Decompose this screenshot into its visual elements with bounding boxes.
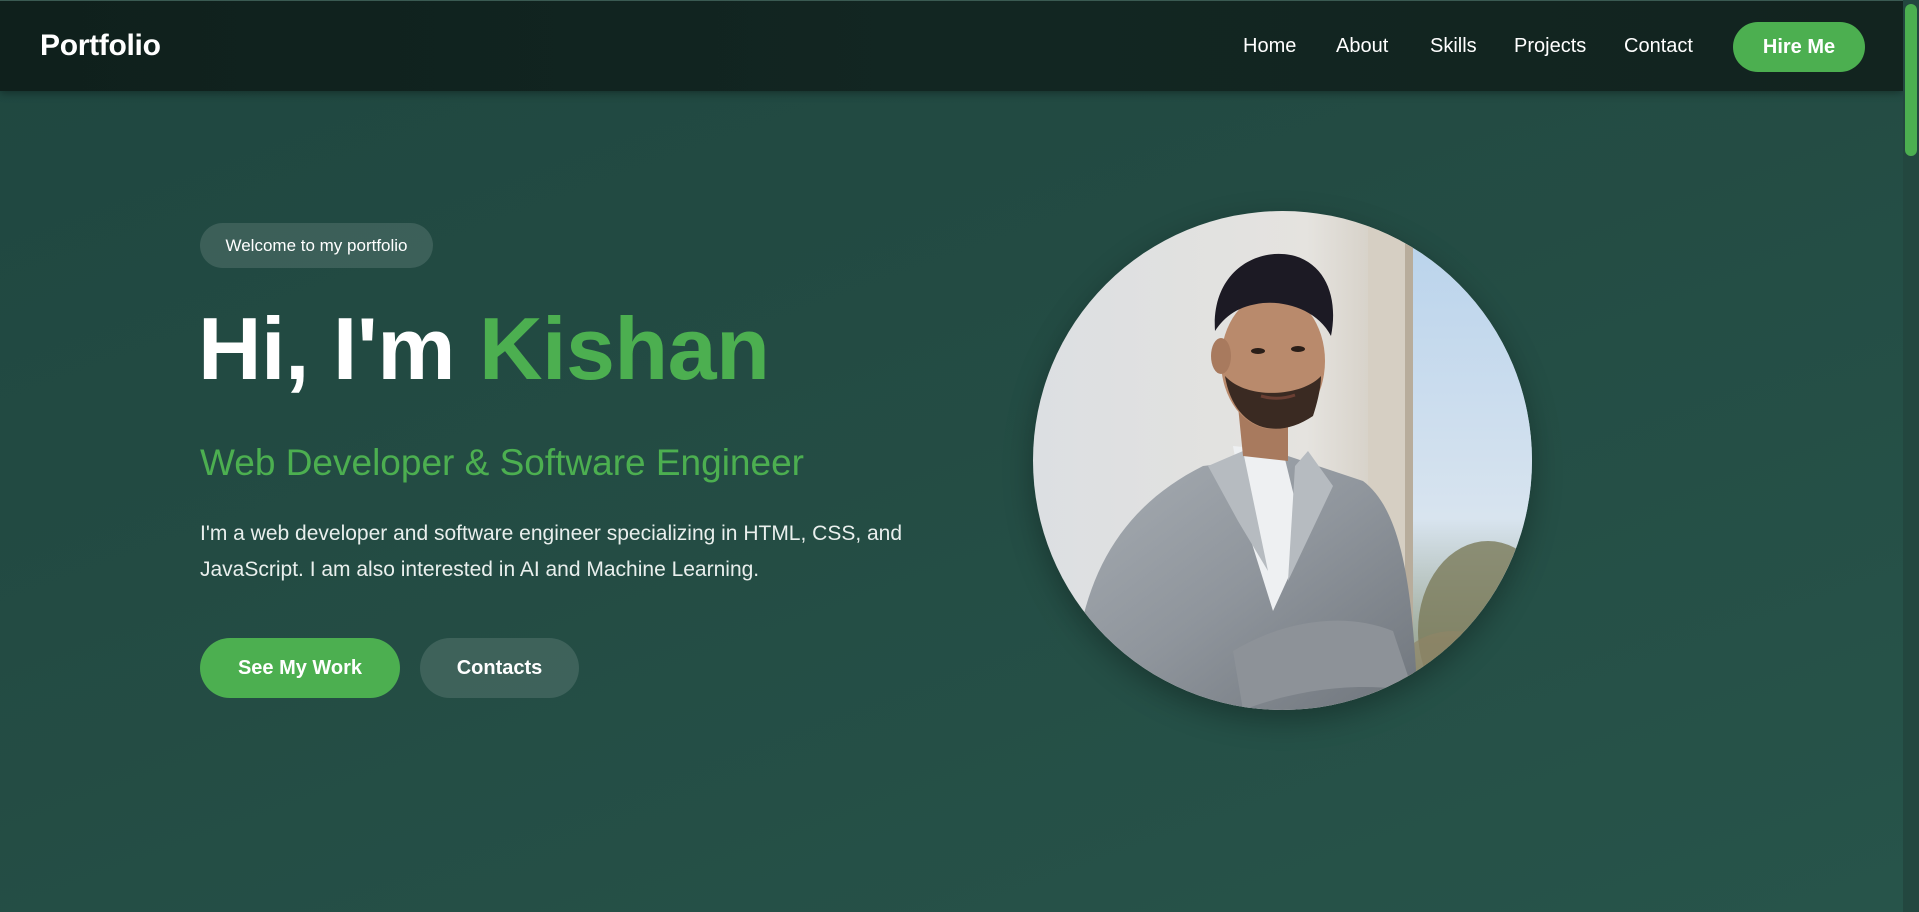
- scrollbar-thumb[interactable]: [1905, 4, 1917, 156]
- nav-link-about[interactable]: About: [1336, 35, 1388, 58]
- profile-photo: [1033, 211, 1532, 710]
- hero-headline: Hi, I'm Kishan: [198, 305, 770, 393]
- hire-me-button[interactable]: Hire Me: [1733, 22, 1865, 72]
- nav-link-contact[interactable]: Contact: [1624, 35, 1693, 58]
- hero-greeting: Hi, I'm: [198, 299, 479, 398]
- see-my-work-button[interactable]: See My Work: [200, 638, 400, 698]
- nav-link-projects[interactable]: Projects: [1514, 35, 1586, 58]
- profile-photo-illustration: [1033, 211, 1532, 710]
- welcome-badge: Welcome to my portfolio: [200, 223, 433, 268]
- nav-link-home[interactable]: Home: [1243, 35, 1296, 58]
- hero-subtitle: Web Developer & Software Engineer: [200, 442, 804, 483]
- nav-link-skills[interactable]: Skills: [1430, 35, 1477, 58]
- hero-name: Kishan: [478, 299, 770, 398]
- navbar: Portfolio Home About Skills Projects Con…: [0, 0, 1903, 91]
- brand-logo[interactable]: Portfolio: [40, 29, 161, 63]
- contacts-button[interactable]: Contacts: [420, 638, 579, 698]
- hero-description: I'm a web developer and software enginee…: [200, 522, 903, 581]
